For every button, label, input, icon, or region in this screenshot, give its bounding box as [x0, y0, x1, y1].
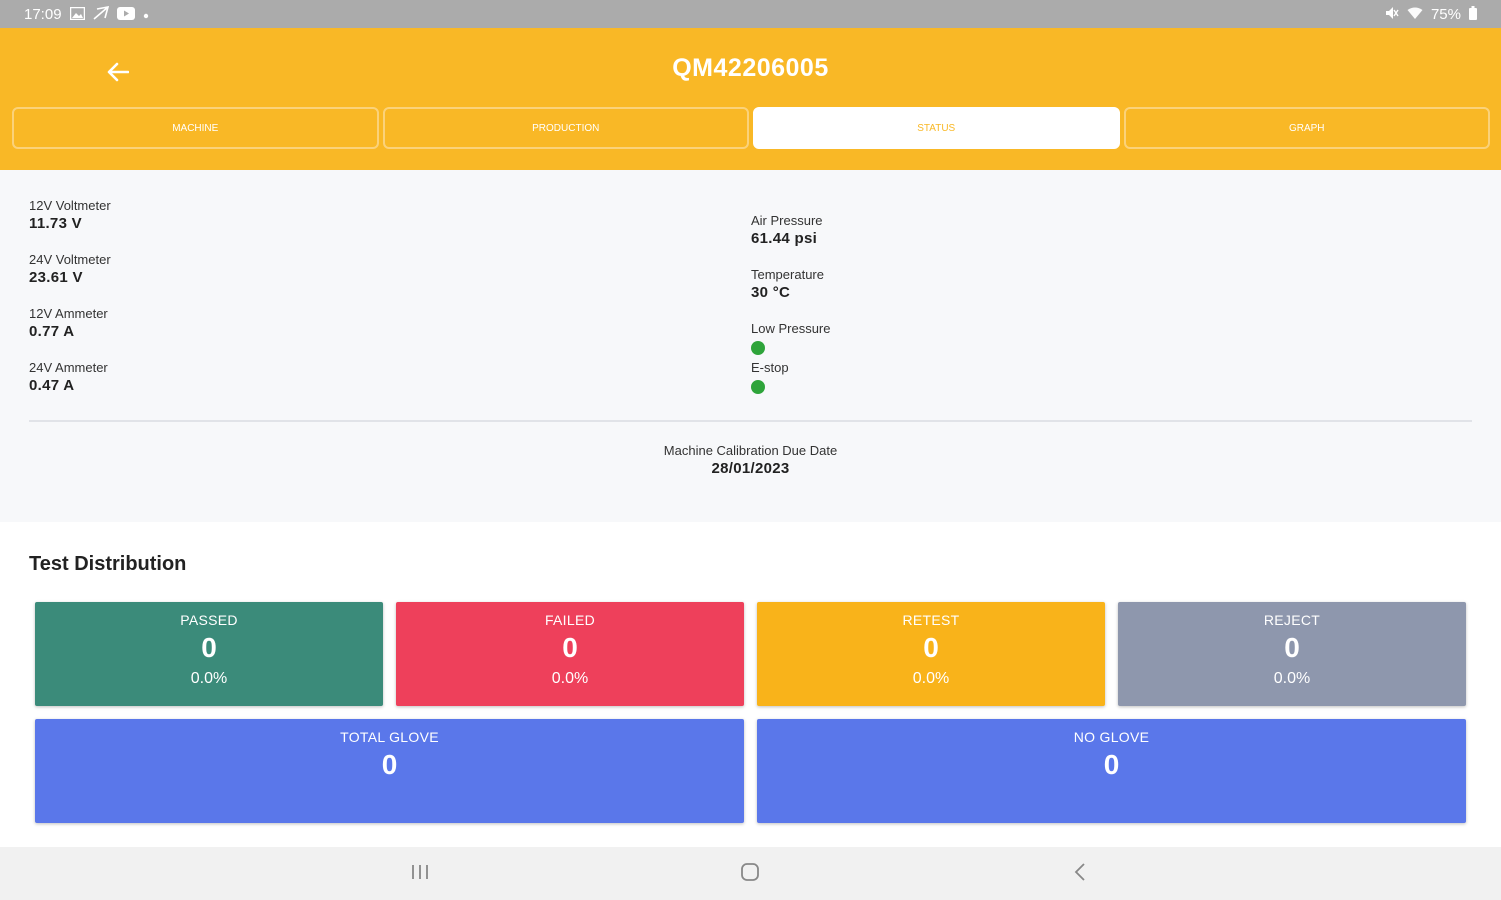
card-count: 0 [562, 632, 578, 663]
card-count: 0 [1103, 749, 1120, 780]
reading-12v-ammeter: 12V Ammeter 0.77 A [29, 306, 111, 342]
card-label: NO GLOVE [1073, 729, 1150, 745]
status-panel: 12V Voltmeter 11.73 V 24V Voltmeter 23.6… [0, 170, 1501, 522]
recents-button[interactable] [402, 859, 438, 889]
clock: 17:09 [24, 5, 62, 23]
app-header: QM42206005 MACHINE PRODUCTION STATUS GRA… [0, 28, 1501, 170]
tab-production[interactable]: PRODUCTION [382, 107, 749, 149]
divider [29, 420, 1472, 422]
passed-card: PASSED 0 0.0% [35, 602, 383, 706]
reading-label: 24V Ammeter [29, 360, 108, 375]
tab-machine[interactable]: MACHINE [12, 107, 379, 149]
system-nav-bar [0, 847, 1501, 900]
reading-label: Air Pressure [751, 213, 823, 228]
retest-card: RETEST 0 0.0% [757, 602, 1105, 706]
section-title: Test Distribution [29, 553, 187, 575]
indicator-e-stop: E-stop [751, 360, 830, 394]
reading-12v-voltmeter: 12V Voltmeter 11.73 V [29, 198, 111, 234]
recents-icon [410, 864, 430, 885]
status-dot-icon [751, 341, 765, 355]
battery-icon [1469, 6, 1477, 22]
page-title: QM42206005 [672, 54, 829, 82]
reading-label: 12V Ammeter [29, 306, 108, 321]
electrical-readings: 12V Voltmeter 11.73 V 24V Voltmeter 23.6… [29, 198, 111, 414]
card-percent: 0.0% [1273, 670, 1311, 687]
indicator-label: E-stop [751, 360, 789, 375]
battery-percent: 75% [1430, 5, 1461, 23]
card-percent: 0.0% [912, 670, 950, 687]
card-percent: 0.0% [190, 670, 228, 687]
reading-value: 0.47 A [29, 377, 75, 394]
reading-label: Temperature [751, 267, 824, 282]
mute-icon [1385, 6, 1399, 22]
reading-24v-voltmeter: 24V Voltmeter 23.61 V [29, 252, 111, 288]
reading-value: 23.61 V [29, 269, 83, 286]
no-glove-card: NO GLOVE 0 [757, 719, 1466, 823]
status-dot-icon [751, 380, 765, 394]
environment-readings: Air Pressure 61.44 psi Temperature 30 °C… [751, 213, 830, 399]
tab-bar: MACHINE PRODUCTION STATUS GRAPH [12, 107, 1490, 149]
card-label: REJECT [1263, 612, 1321, 628]
calibration-label: Machine Calibration Due Date [663, 443, 838, 458]
youtube-notification-icon [116, 6, 135, 22]
calibration-due: Machine Calibration Due Date 28/01/2023 [0, 443, 1501, 477]
reading-temperature: Temperature 30 °C [751, 267, 830, 303]
card-percent: 0.0% [551, 670, 589, 687]
reading-24v-ammeter: 24V Ammeter 0.47 A [29, 360, 111, 396]
card-count: 0 [201, 632, 217, 663]
send-notification-icon [93, 5, 109, 22]
tab-graph[interactable]: GRAPH [1123, 107, 1490, 149]
gallery-notification-icon [69, 6, 85, 22]
card-count: 0 [923, 632, 939, 663]
reject-card: REJECT 0 0.0% [1118, 602, 1466, 706]
failed-card: FAILED 0 0.0% [396, 602, 744, 706]
card-label: RETEST [902, 612, 960, 628]
reading-value: 11.73 V [29, 215, 82, 232]
total-glove-card: TOTAL GLOVE 0 [35, 719, 744, 823]
nav-back-button[interactable] [1062, 859, 1098, 889]
card-count: 0 [381, 749, 398, 780]
reading-air-pressure: Air Pressure 61.44 psi [751, 213, 830, 249]
system-status-bar: 17:09 75% [0, 0, 1501, 28]
more-notifications-icon [143, 7, 149, 21]
home-icon [740, 862, 760, 887]
calibration-date: 28/01/2023 [711, 460, 790, 477]
card-label: PASSED [180, 612, 238, 628]
card-label: FAILED [544, 612, 596, 628]
card-label: TOTAL GLOVE [340, 729, 439, 745]
tab-status[interactable]: STATUS [753, 107, 1120, 149]
reading-value: 0.77 A [29, 323, 75, 340]
reading-value: 61.44 psi [751, 230, 818, 247]
indicator-label: Low Pressure [751, 321, 831, 336]
reading-value: 30 °C [751, 284, 791, 301]
home-button[interactable] [732, 859, 768, 889]
reading-label: 12V Voltmeter [29, 198, 111, 213]
reading-label: 24V Voltmeter [29, 252, 111, 267]
indicator-low-pressure: Low Pressure [751, 321, 830, 355]
card-count: 0 [1284, 632, 1300, 663]
wifi-icon [1407, 7, 1423, 22]
nav-back-icon [1073, 862, 1087, 887]
